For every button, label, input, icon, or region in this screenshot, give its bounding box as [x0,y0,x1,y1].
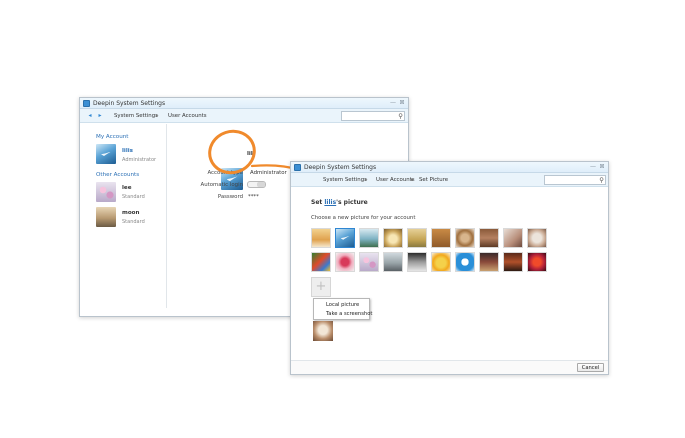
password-label: Password [217,194,243,200]
dialog-footer: Cancel [291,360,608,374]
picture-thumbnail[interactable] [431,252,451,272]
title-bar[interactable]: Deepin System Settings — ⊠ [80,98,408,109]
breadcrumb-separator-icon: ▸ [365,177,368,183]
breadcrumb-set-picture[interactable]: Set Picture [419,177,448,183]
picture-thumbnail[interactable] [311,252,331,272]
picture-thumbnail[interactable] [455,228,475,248]
close-icon[interactable]: ⊠ [398,99,406,107]
title-bar[interactable]: Deepin System Settings — ⊠ [291,162,608,173]
picture-thumbnail[interactable] [407,252,427,272]
automatic-login-label: Automatic login [200,182,244,188]
window-title: Deepin System Settings [93,99,166,107]
set-picture-title-prefix: Set [311,199,325,206]
password-value[interactable]: **** [248,194,259,200]
forward-arrow-icon[interactable]: ▸ [96,112,104,120]
nav-bar: System Settings ▸ User Accounts ▸ Set Pi… [291,173,608,187]
account-type: Standard [122,219,145,225]
picture-thumbnail[interactable] [527,228,547,248]
menu-item-local-picture[interactable]: Local picture [326,302,359,308]
set-picture-title-suffix: 's picture [336,199,368,206]
breadcrumb-system-settings[interactable]: System Settings [114,113,158,119]
other-accounts-heading: Other Accounts [96,172,140,178]
breadcrumb-system-settings[interactable]: System Settings [323,177,367,183]
window-title: Deepin System Settings [304,163,377,171]
picture-thumbnail[interactable] [359,228,379,248]
add-picture-button[interactable]: + [311,277,331,297]
account-type: Standard [122,194,145,200]
minimize-icon[interactable]: — [589,163,597,171]
add-picture-menu: Local picture Take a screenshot [313,298,372,320]
close-icon[interactable]: ⊠ [598,163,606,171]
picture-thumbnail[interactable] [479,228,499,248]
set-picture-title: Set lilis's picture [311,199,368,206]
picture-thumbnail[interactable] [311,228,331,248]
avatar[interactable] [96,207,116,227]
app-icon [83,100,90,107]
automatic-login-toggle[interactable] [247,181,266,188]
current-picture [313,321,333,341]
my-account-heading: My Account [96,134,129,140]
account-name[interactable]: lilis [122,148,133,154]
picture-thumbnail[interactable] [383,252,403,272]
account-type-value[interactable]: Administrator [250,170,287,176]
breadcrumb-separator-icon: ▸ [156,113,159,119]
picture-thumbnail[interactable] [479,252,499,272]
picture-thumbnail[interactable] [527,252,547,272]
choose-picture-label: Choose a new picture for your account [311,215,416,221]
picture-thumbnail[interactable] [455,252,475,272]
set-picture-window: Deepin System Settings — ⊠ System Settin… [290,161,609,375]
search-icon[interactable]: ⚲ [398,112,403,120]
picture-thumbnail[interactable] [431,228,451,248]
menu-item-take-screenshot[interactable]: Take a screenshot [326,311,372,317]
breadcrumb-user-accounts[interactable]: User Accounts [168,113,207,119]
search-input[interactable]: ⚲ [341,111,405,121]
picture-thumbnail[interactable] [407,228,427,248]
app-icon [294,164,301,171]
minimize-icon[interactable]: — [389,99,397,107]
avatar[interactable] [96,182,116,202]
picture-thumbnail[interactable] [335,228,355,248]
breadcrumb-separator-icon: ▸ [411,177,414,183]
picture-thumbnail[interactable] [359,252,379,272]
nav-bar: ◂ ▸ System Settings ▸ User Accounts ⚲ [80,109,408,123]
avatar[interactable] [96,144,116,164]
picture-thumbnail[interactable] [383,228,403,248]
account-name[interactable]: moon [122,210,140,216]
account-type: Administrator [122,157,157,163]
account-sidebar: My Account lilis Administrator Other Acc… [80,124,167,308]
back-arrow-icon[interactable]: ◂ [86,112,94,120]
search-icon[interactable]: ⚲ [599,176,604,184]
account-name[interactable]: lee [122,185,132,191]
set-picture-title-user: lilis [324,199,337,206]
cancel-button[interactable]: Cancel [577,363,604,372]
picture-thumbnail[interactable] [503,252,523,272]
breadcrumb-user-accounts[interactable]: User Accounts [376,177,415,183]
picture-thumbnail[interactable] [335,252,355,272]
picture-thumbnail[interactable] [503,228,523,248]
search-input[interactable]: ⚲ [544,175,606,185]
